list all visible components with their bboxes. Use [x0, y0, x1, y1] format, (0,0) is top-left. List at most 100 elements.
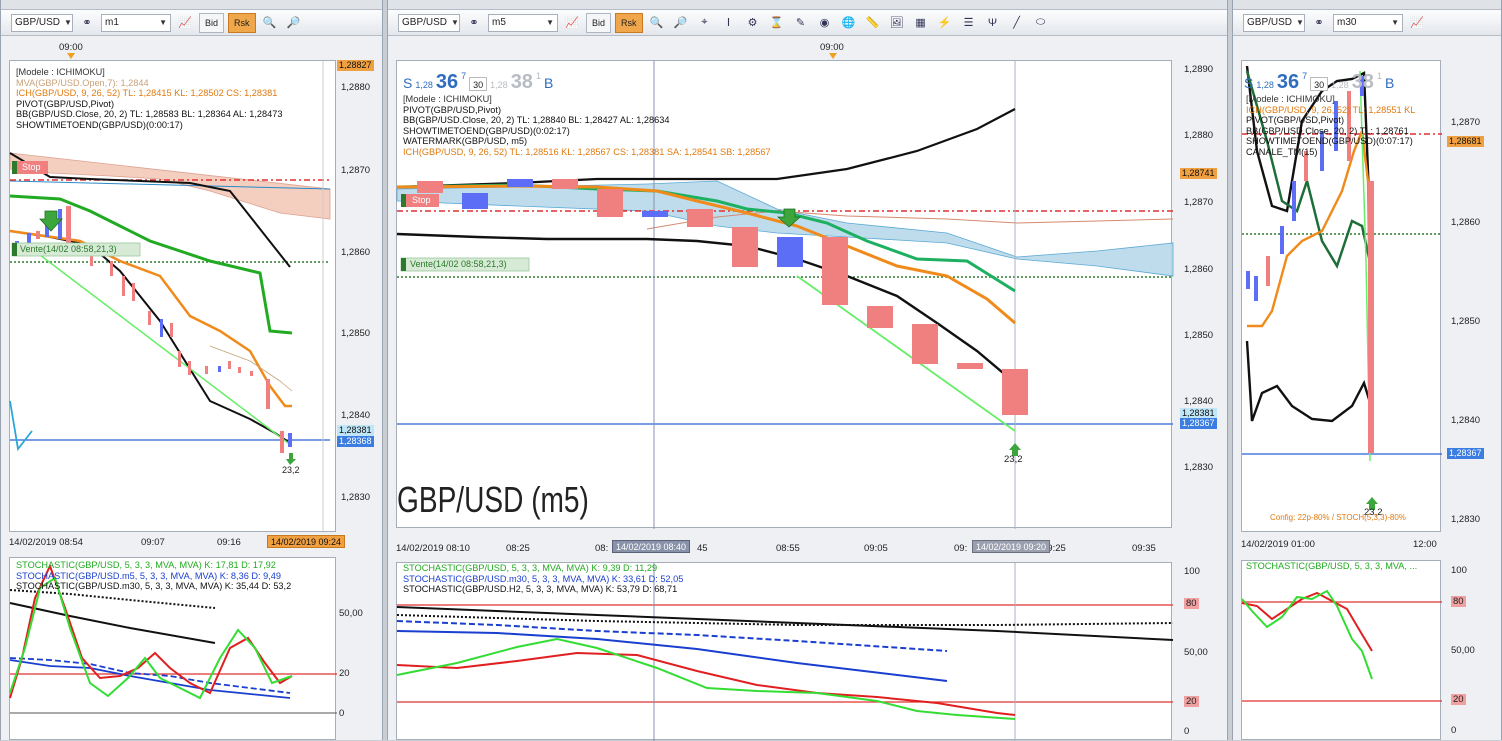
right-osc-svg — [1241, 589, 1442, 702]
left-price-svg — [9, 61, 331, 533]
symbol-select[interactable]: GBP/USD ▼ — [11, 13, 73, 32]
osc-tick: 0 — [1451, 725, 1457, 736]
time-tag-cursor-b: 14/02/2019 09:20 — [972, 540, 1051, 553]
middle-legend: [Modele : ICHIMOKU] PIVOT(GBP/USD,Pivot) B… — [403, 94, 771, 158]
fibonacci-icon[interactable]: ⚡ — [935, 13, 955, 33]
legend-line: STOCHASTIC(GBP/USD.m30, 5, 3, 3, MVA, MV… — [403, 573, 684, 584]
indicator-icon[interactable]: Ⅰ — [719, 13, 739, 33]
timeframe-select[interactable]: m30 ▼ — [1333, 13, 1403, 32]
price-tag-last: 1,28368 — [337, 436, 374, 447]
time-tick: 09: — [954, 543, 968, 554]
timeframe-select[interactable]: m1 ▼ — [101, 13, 171, 32]
m30-stoch-line — [9, 602, 216, 644]
panel-top-trim — [1, 0, 382, 10]
timeframe-select[interactable]: m5 ▼ — [488, 13, 558, 32]
left-price-chart[interactable]: [Modele : ICHIMOKU] MVA(GBP/USD.Open,7): … — [9, 60, 336, 533]
chevron-down-icon: ▼ — [546, 18, 554, 27]
timeframe-value: m30 — [1337, 17, 1357, 28]
sell-label: S — [1244, 75, 1254, 91]
ruler-icon[interactable]: 📏 — [863, 13, 883, 33]
legend-line: ICH(GBP/USD, 9, 26, 52) TL: 1,28516 KL: … — [403, 146, 771, 157]
top-time-label: 09:00 — [59, 42, 83, 53]
spread-input[interactable]: 30 — [469, 77, 488, 91]
buy-price-pips: 38 — [1351, 71, 1374, 93]
middle-toolbar: GBP/USD ▼ ⚭ m5 ▼ 📈 Bid Rsk 🔍 🔎 ⌖ Ⅰ ⚙ ⌛ ✎ ◉… — [388, 10, 1227, 36]
link-icon[interactable]: ⚭ — [77, 13, 97, 33]
note-icon[interactable]: ✎ — [791, 13, 811, 33]
bid-button[interactable]: Bid — [199, 12, 225, 33]
horizontal-lines-icon[interactable]: ☰ — [959, 13, 979, 33]
vente-badge-flag — [12, 243, 17, 256]
osc-tick: 50,00 — [1451, 645, 1475, 656]
stop-label: Stop — [412, 195, 431, 205]
zoom-in-icon[interactable]: 🔍 — [647, 13, 667, 33]
legend-line: MVA(GBP/USD.Open,7): 1,2844 — [16, 77, 149, 88]
osc-tick: 20 — [1451, 694, 1466, 705]
legend-line: STOCHASTIC(GBP/USD, 5, 3, 3, MVA, MVA) K… — [403, 563, 658, 573]
legend-line: [Modele : ICHIMOKU] — [16, 67, 105, 77]
zoom-out-icon[interactable]: 🔎 — [671, 13, 691, 33]
vente-badge-flag — [401, 258, 406, 271]
trendline-icon[interactable]: ╱ — [1007, 13, 1027, 33]
legend-line: PIVOT(GBP/USD,Pivot) — [1246, 115, 1345, 126]
cursor-icon[interactable]: ⌖ — [695, 13, 715, 33]
right-price-chart[interactable]: S 1,28 36 7 30 1,28 38 1 B [Modele : ICH… — [1241, 60, 1442, 532]
chart-type-icon[interactable]: 📈 — [175, 13, 195, 33]
link-icon[interactable]: ⚭ — [1309, 13, 1329, 33]
color-icon[interactable]: ◉ — [815, 13, 835, 33]
ellipse-icon[interactable]: ⬭ — [1031, 13, 1051, 33]
symbol-select[interactable]: GBP/USD ▼ — [398, 13, 460, 32]
price-tick: 1,2880 — [341, 82, 371, 93]
legend-line: WATERMARK(GBP/USD, m5) — [403, 136, 528, 147]
time-tick: 09:07 — [141, 537, 165, 548]
bid-button[interactable]: Bid — [586, 12, 612, 33]
osc-tick: 0 — [1184, 726, 1190, 737]
price-tick: 1,2840 — [1184, 396, 1214, 407]
hourglass-icon[interactable]: ⌛ — [767, 13, 787, 33]
link-icon[interactable]: ⚭ — [464, 13, 484, 33]
buy-label: B — [1384, 75, 1395, 91]
pitchfork-icon[interactable]: Ψ — [983, 13, 1003, 33]
osc-tick: 50,00 — [1184, 647, 1208, 658]
middle-price-chart[interactable]: S 1,28 36 7 30 1,28 38 1 B [Modele : ICH… — [396, 60, 1174, 529]
price-ticker[interactable]: S 1,28 36 7 30 1,28 38 1 B — [403, 71, 553, 94]
h2-stoch-dotted — [9, 589, 216, 609]
middle-oscillator[interactable]: STOCHASTIC(GBP/USD, 5, 3, 3, MVA, MVA) K… — [396, 562, 1174, 741]
time-tag-cursor-a: 14/02/2019 08:40 — [612, 540, 691, 553]
legend-line: [Modele : ICHIMOKU] — [403, 94, 492, 104]
legend-line: ICH(GBP/USD, 9, 26, 52) TL: 1,28415 KL: … — [16, 88, 278, 99]
top-time-marker — [829, 53, 837, 59]
legend-line: STOCHASTIC(GBP/USD.m5, 5, 3, 3, MVA, MVA… — [16, 570, 281, 581]
sell-price-pips: 36 — [1276, 71, 1300, 93]
properties-icon[interactable]: ⚙ — [743, 13, 763, 33]
legend-line: SHOWTIMETOEND(GBP/USD)(0:00:17) — [16, 119, 183, 130]
price-tag-top: 1,28827 — [337, 60, 374, 71]
price-tag-last: 1,28367 — [1180, 418, 1217, 429]
zoom-out-icon[interactable]: 🔎 — [284, 13, 304, 33]
price-ticker[interactable]: S 1,28 36 7 30 1,28 38 1 B — [1244, 71, 1394, 94]
spread-input[interactable]: 30 — [1310, 77, 1329, 91]
right-osc-legend: STOCHASTIC(GBP/USD, 5, 3, 3, MVA, ... — [1246, 561, 1417, 572]
vente-label: Vente(14/02 08:58,21,3) — [20, 244, 117, 254]
stop-badge-flag — [12, 161, 17, 174]
zoom-in-icon[interactable]: 🔍 — [260, 13, 280, 33]
buy-price-fraction: 1 — [535, 71, 541, 81]
ask-button[interactable]: Rsk — [615, 12, 643, 33]
ask-button[interactable]: Rsk — [228, 12, 256, 33]
chart-type-icon[interactable]: 📈 — [1407, 13, 1427, 33]
buy-label: B — [543, 75, 554, 91]
sell-price-prefix: 1,28 — [415, 80, 433, 90]
globe-icon[interactable]: 🌐 — [839, 13, 859, 33]
legend-line: STOCHASTIC(GBP/USD, 5, 3, 3, MVA, MVA) K… — [16, 560, 276, 570]
price-tick: 1,2840 — [1451, 415, 1481, 426]
legend-line: ICH(GBP/USD, 9, 26, 52) TL: 1,28551 KL — [1246, 104, 1416, 115]
image-icon[interactable]: 🖼 — [887, 13, 907, 33]
price-tick: 1,2870 — [1184, 197, 1214, 208]
left-oscillator[interactable]: STOCHASTIC(GBP/USD, 5, 3, 3, MVA, MVA) K… — [9, 557, 337, 740]
price-tag-last: 1,28367 — [1447, 448, 1484, 459]
template-icon[interactable]: ▦ — [911, 13, 931, 33]
symbol-select[interactable]: GBP/USD ▼ — [1243, 13, 1305, 32]
chart-type-icon[interactable]: 📈 — [562, 13, 582, 33]
right-oscillator[interactable]: STOCHASTIC(GBP/USD, 5, 3, 3, MVA, ... — [1241, 560, 1442, 740]
price-tick: 1,2830 — [1451, 514, 1481, 525]
